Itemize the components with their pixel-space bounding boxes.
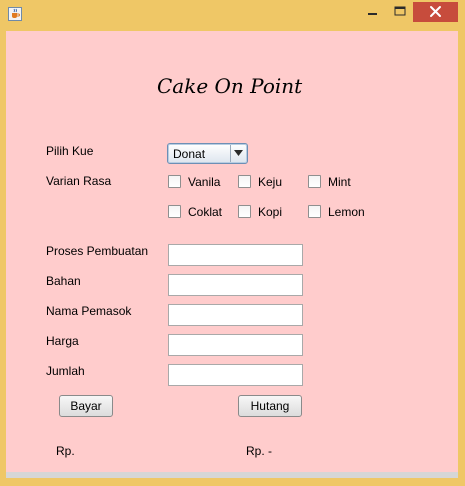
- checkbox-box[interactable]: [168, 175, 181, 188]
- close-button[interactable]: [413, 2, 458, 22]
- checkbox-label: Coklat: [188, 205, 223, 219]
- bahan-label: Bahan: [46, 274, 81, 288]
- hutang-result: Rp. -: [246, 444, 273, 458]
- harga-field[interactable]: [168, 334, 303, 356]
- checkbox-label: Lemon: [328, 205, 365, 219]
- hutang-button[interactable]: Hutang: [238, 395, 302, 417]
- maximize-icon: [394, 6, 406, 16]
- harga-label: Harga: [46, 334, 79, 348]
- checkbox-label: Keju: [258, 175, 283, 189]
- checkbox-box[interactable]: [168, 205, 181, 218]
- jumlah-field[interactable]: [168, 364, 303, 386]
- minimize-icon: [368, 13, 377, 15]
- form-panel: Cake On Point Pilih Kue Donat Varian Ras…: [6, 31, 458, 472]
- bayar-button[interactable]: Bayar: [59, 395, 113, 417]
- nama-pemasok-label: Nama Pemasok: [46, 304, 132, 318]
- pilih-kue-label: Pilih Kue: [46, 144, 94, 158]
- pilih-kue-dropdown[interactable]: Donat: [167, 143, 248, 164]
- maximize-button[interactable]: [386, 2, 413, 22]
- checkbox-label: Vanila: [188, 175, 221, 189]
- nama-pemasok-field[interactable]: [168, 304, 303, 326]
- chevron-down-icon[interactable]: [230, 145, 246, 162]
- proses-pembuatan-label: Proses Pembuatan: [46, 244, 149, 258]
- bottom-edge: [6, 472, 458, 478]
- checkbox-label: Mint: [328, 175, 351, 189]
- checkbox-box[interactable]: [238, 175, 251, 188]
- bayar-result: Rp.: [56, 444, 75, 458]
- proses-pembuatan-field[interactable]: [168, 244, 303, 266]
- checkbox-label: Kopi: [258, 205, 283, 219]
- close-icon: [430, 6, 441, 17]
- title-bar[interactable]: [0, 0, 465, 31]
- varian-rasa-label: Varian Rasa: [46, 174, 112, 188]
- checkbox-box[interactable]: [238, 205, 251, 218]
- checkbox-box[interactable]: [308, 205, 321, 218]
- jumlah-label: Jumlah: [46, 364, 85, 378]
- bahan-field[interactable]: [168, 274, 303, 296]
- pilih-kue-selected: Donat: [173, 147, 206, 161]
- java-cup-icon[interactable]: [8, 7, 22, 21]
- app-window: Cake On Point Pilih Kue Donat Varian Ras…: [0, 0, 465, 486]
- minimize-button[interactable]: [359, 2, 386, 22]
- checkbox-box[interactable]: [308, 175, 321, 188]
- page-title: Cake On Point: [157, 74, 303, 98]
